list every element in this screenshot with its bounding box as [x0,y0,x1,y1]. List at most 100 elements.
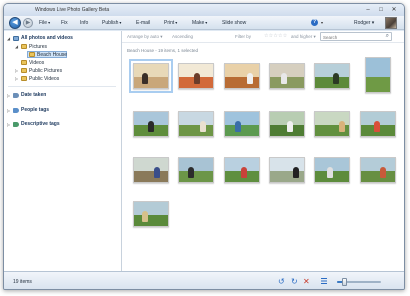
date-taken-node[interactable]: Date taken [21,92,46,98]
photo-sky [361,158,395,172]
photo-thumbnail[interactable] [224,111,260,137]
menu-label: Publish [102,20,119,26]
menu-bar: ◀ ▶ File▾ Fix Info Publish▾ E-mail Print▾ Make… [4,16,404,30]
expand-arrow-icon[interactable]: ▷ [7,108,10,113]
menu-label: Print [164,20,175,26]
user-menu[interactable]: Rodger ▾ [354,20,374,26]
back-arrow-icon[interactable]: ◀ [9,17,21,29]
photo-gallery-window: Windows Live Photo Gallery Beta – □ ✕ ◀ … [3,3,405,290]
filter-bar: Arrange by auto ▾ Ascending Filter by ☆☆… [122,31,404,43]
photo-thumbnail[interactable] [178,157,214,183]
photo-ground [225,125,259,136]
all-photos-node[interactable]: All photos and videos [21,35,73,41]
filter-by-label: Filter by [235,34,252,39]
rotate-left-icon[interactable]: ↺ [278,277,285,286]
photo-subject [380,167,386,178]
maximize-icon[interactable]: □ [377,6,385,13]
expand-arrow-icon[interactable]: ▷ [15,76,18,81]
photo-subject [287,121,293,132]
photo-thumbnail[interactable] [360,157,396,183]
menu-label: E-mail [136,20,151,26]
minimize-icon[interactable]: – [364,6,372,13]
photo-thumbnail[interactable] [129,59,173,93]
rotate-right-icon[interactable]: ↻ [291,277,298,286]
tree-item-pictures[interactable]: Pictures [29,44,47,50]
expand-arrow-icon[interactable]: ▷ [15,68,18,73]
tree-item-public-pictures[interactable]: Public Pictures [29,68,62,74]
menu-print[interactable]: Print▾ [164,20,177,26]
close-icon[interactable]: ✕ [390,6,398,13]
photo-subject [247,73,253,84]
photo-thumbnail[interactable] [224,63,260,89]
photo-subject [293,167,299,178]
menu-make[interactable]: Make▾ [192,20,207,26]
photo-sky [179,158,213,172]
photo-thumbnail[interactable] [133,201,169,227]
photo-thumbnail[interactable] [178,111,214,137]
people-tags-node[interactable]: People tags [21,107,49,113]
photo-thumbnail[interactable] [365,57,391,93]
tree-item-beach-house[interactable]: Beach House [37,52,67,58]
photo-thumbnail[interactable] [133,111,169,137]
menu-publish[interactable]: Publish▾ [102,20,121,26]
tree-item-public-videos[interactable]: Public Videos [29,76,59,82]
descriptive-tags-node[interactable]: Descriptive tags [21,121,60,127]
tree-item-videos[interactable]: Videos [29,60,44,66]
delete-icon[interactable]: ✕ [303,277,310,286]
photo-thumbnail[interactable] [314,157,350,183]
status-bar: 19 items ↺ ↻ ✕ [4,271,404,289]
collapse-arrow-icon[interactable]: ◢ [7,36,10,41]
search-icon[interactable]: ⌕ [386,33,389,40]
rating-filter-dropdown[interactable]: and higher ▾ [291,34,316,40]
menu-file[interactable]: File▾ [39,20,50,26]
expand-arrow-icon[interactable]: ▷ [7,122,10,127]
folder-info: Beach House - 19 items, 1 selected [127,48,199,53]
window-title: Windows Live Photo Gallery Beta [35,7,110,13]
details-view-icon[interactable] [321,278,327,284]
photo-thumbnail[interactable] [269,111,305,137]
menu-fix[interactable]: Fix [61,20,68,26]
search-box[interactable]: ⌕ [320,32,392,41]
menu-email[interactable]: E-mail [136,20,150,26]
item-count: 19 items [13,279,32,285]
user-avatar[interactable] [385,17,397,29]
photo-ground [315,77,349,88]
sort-order-toggle[interactable]: Ascending [172,34,193,39]
photo-thumbnail[interactable] [178,63,214,89]
photo-thumbnail[interactable] [314,111,350,137]
people-tag-icon [13,108,19,113]
rating-filter-stars[interactable]: ☆☆☆☆☆ [264,33,287,39]
help-icon[interactable]: ? [311,19,318,26]
photo-thumbnail[interactable] [224,157,260,183]
title-bar: Windows Live Photo Gallery Beta – □ ✕ [4,4,404,16]
folder-icon [21,68,27,73]
arrange-by-dropdown[interactable]: Arrange by auto ▾ [127,34,163,40]
menu-info[interactable]: Info [80,20,88,26]
photo-thumbnail[interactable] [269,157,305,183]
photo-thumbnail[interactable] [360,111,396,137]
photo-thumbnail[interactable] [314,63,350,89]
photo-subject [148,121,154,132]
photo-ground [179,125,213,136]
photo-thumbnail[interactable] [133,157,169,183]
menu-slideshow[interactable]: Slide show [222,20,246,26]
photo-thumbnail[interactable] [269,63,305,89]
photo-subject [339,121,345,132]
menu-label: File [39,20,48,26]
photo-subject [241,167,247,178]
zoom-slider-thumb[interactable] [342,278,347,286]
photo-subject [281,73,287,84]
help-dropdown-icon[interactable]: ▾ [321,20,323,25]
photo-subject [200,121,206,132]
menu-label: Info [80,20,89,26]
menu-label: Slide show [222,20,247,26]
dropdown-caret-icon: ▾ [48,20,51,25]
pictures-collapse-icon[interactable]: ◢ [15,44,18,49]
dropdown-caret-icon: ▾ [119,20,122,25]
folder-icon [29,52,35,57]
photo-ground [270,77,304,88]
descriptive-tag-icon [13,122,19,127]
forward-arrow-icon[interactable]: ▶ [23,18,33,28]
expand-arrow-icon[interactable]: ▷ [7,93,10,98]
search-input[interactable] [323,34,381,40]
